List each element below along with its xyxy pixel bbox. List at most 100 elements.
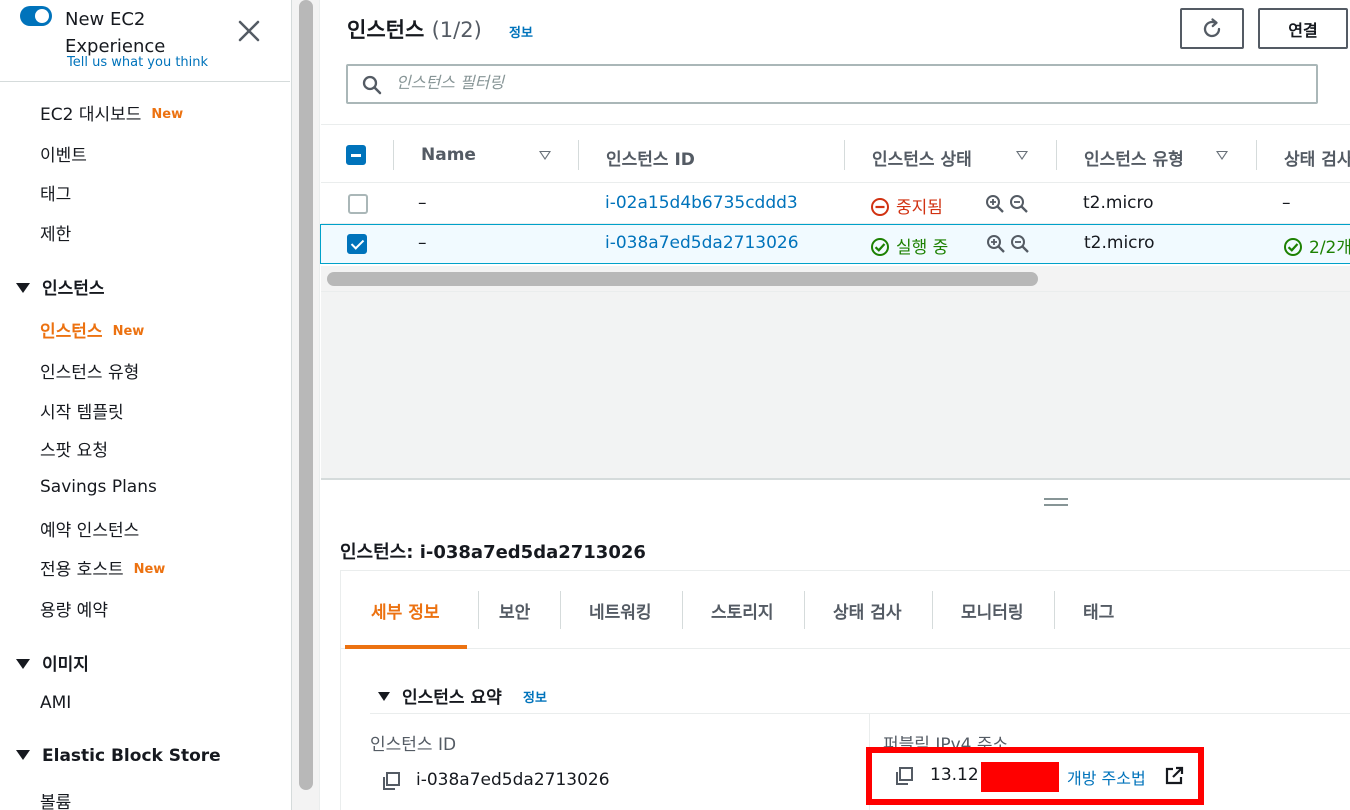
sidebar-item-label: 볼륨 (40, 793, 72, 810)
sidebar-item-launch-templates[interactable]: 시작 템플릿 (40, 398, 124, 423)
info-link[interactable]: 정보 (509, 22, 533, 41)
split-panel-divider (321, 478, 1350, 480)
section-label: Elastic Block Store (42, 746, 221, 766)
cell-status-check: – (1282, 193, 1291, 213)
instance-id-value: i-038a7ed5da2713026 (416, 770, 610, 790)
redaction-block (981, 762, 1059, 792)
instance-state: 중지됨 (870, 193, 943, 218)
page-title-text: 인스턴스 (347, 18, 425, 42)
table-header: Name 인스턴스 ID 인스턴스 상태 인스턴스 유형 상태 검사 (321, 125, 1350, 183)
instance-state-label: 실행 중 (896, 238, 949, 258)
instance-summary-header[interactable]: 인스턴스 요약 (378, 683, 502, 708)
sidebar-scrollbar[interactable] (292, 0, 320, 810)
running-check-icon (871, 238, 889, 256)
open-address-link[interactable]: 개방 주소법 (1067, 765, 1146, 789)
close-icon[interactable] (236, 18, 262, 44)
sidebar-item-limits[interactable]: 제한 (40, 220, 71, 245)
sidebar-item-spot-requests[interactable]: 스팟 요청 (40, 436, 108, 461)
column-separator (1256, 140, 1257, 170)
sidebar-section-ebs[interactable]: Elastic Block Store (16, 746, 221, 766)
column-header-instance-type[interactable]: 인스턴스 유형 (1084, 145, 1184, 170)
tab-storage[interactable]: 스토리지 (711, 598, 774, 623)
cell-instance-type: t2.micro (1084, 233, 1155, 253)
cell-instance-type: t2.micro (1083, 193, 1154, 213)
cell-status-check: 2/2개 (1283, 233, 1350, 258)
sidebar-item-ami[interactable]: AMI (40, 693, 71, 713)
table-scroll-thumb[interactable] (327, 272, 1038, 286)
row-checkbox[interactable] (347, 234, 367, 254)
table-empty-area (321, 292, 1350, 478)
tab-tags[interactable]: 태그 (1083, 598, 1114, 623)
copy-icon[interactable] (894, 766, 914, 786)
active-tab-indicator (345, 645, 467, 649)
sidebar-item-ec2-dashboard[interactable]: EC2 대시보드 New (40, 100, 183, 125)
sort-icon[interactable] (1216, 151, 1228, 160)
status-check-label: 2/2개 (1309, 238, 1350, 258)
zoom-in-icon[interactable] (986, 234, 1006, 254)
sidebar-item-instance-types[interactable]: 인스턴스 유형 (40, 358, 139, 383)
tell-us-link[interactable]: Tell us what you think (67, 55, 208, 70)
instance-state-label: 중지됨 (896, 198, 943, 218)
zoom-in-icon[interactable] (985, 194, 1005, 214)
summary-info-link[interactable]: 정보 (523, 687, 547, 706)
sidebar-section-images[interactable]: 이미지 (16, 650, 89, 675)
filter-search-box[interactable] (346, 64, 1318, 104)
tab-monitoring[interactable]: 모니터링 (961, 598, 1024, 623)
tab-status-checks[interactable]: 상태 검사 (833, 598, 901, 623)
sidebar-divider (0, 81, 290, 82)
tab-details[interactable]: 세부 정보 (371, 598, 439, 623)
tab-separator (560, 591, 561, 629)
refresh-button[interactable] (1180, 8, 1244, 49)
sidebar-item-label: Savings Plans (40, 477, 157, 497)
column-header-name[interactable]: Name (421, 145, 476, 165)
connect-button[interactable]: 연결 (1258, 8, 1348, 49)
sidebar-item-tags[interactable]: 태그 (40, 180, 71, 205)
sidebar-item-events[interactable]: 이벤트 (40, 141, 87, 166)
public-ipv4-value: 13.12 (930, 765, 979, 785)
external-link-icon[interactable] (1164, 766, 1184, 786)
table-row[interactable]: – i-038a7ed5da2713026 실행 중 t2.micro 2/2개 (320, 224, 1350, 264)
sidebar-scroll-thumb[interactable] (299, 0, 313, 790)
tab-separator (1054, 591, 1055, 629)
tab-networking[interactable]: 네트워킹 (589, 598, 652, 623)
select-all-checkbox[interactable] (346, 145, 366, 165)
caret-down-icon (16, 750, 30, 760)
column-header-status-check[interactable]: 상태 검사 (1284, 145, 1350, 170)
sidebar-item-label: 용량 예약 (40, 601, 108, 621)
sidebar-item-label: 시작 템플릿 (40, 403, 124, 423)
table-row[interactable]: – i-02a15d4b6735cddd3 중지됨 t2.micro – (321, 184, 1350, 224)
selection-count: (1/2) (431, 18, 482, 42)
tab-separator (682, 591, 683, 629)
sidebar-item-instances[interactable]: 인스턴스 New (40, 317, 144, 342)
sidebar-item-label: 제한 (40, 225, 72, 245)
new-badge: New (112, 324, 145, 339)
sidebar-item-label: 인스턴스 유형 (40, 363, 140, 383)
zoom-out-icon[interactable] (1010, 234, 1030, 254)
sidebar-item-reserved-instances[interactable]: 예약 인스턴스 (40, 516, 139, 541)
search-icon (362, 75, 382, 95)
sidebar-item-savings-plans[interactable]: Savings Plans (40, 477, 157, 497)
tab-security[interactable]: 보안 (499, 598, 530, 623)
zoom-out-icon[interactable] (1009, 194, 1029, 214)
new-badge: New (133, 562, 166, 577)
column-header-instance-id[interactable]: 인스턴스 ID (606, 145, 695, 170)
sort-icon[interactable] (539, 151, 551, 160)
column-separator (578, 140, 579, 170)
summary-title: 인스턴스 요약 (402, 688, 502, 708)
table-horizontal-scrollbar[interactable] (321, 266, 1350, 292)
sort-icon[interactable] (1016, 151, 1028, 160)
sidebar-item-label: 태그 (40, 185, 72, 205)
resize-handle-icon[interactable] (1044, 498, 1068, 506)
sidebar-item-capacity-reservations[interactable]: 용량 예약 (40, 596, 108, 621)
sidebar-section-instances[interactable]: 인스턴스 (16, 274, 105, 299)
instance-id-link[interactable]: i-038a7ed5da2713026 (605, 233, 799, 253)
copy-icon[interactable] (381, 771, 401, 791)
row-checkbox[interactable] (348, 194, 368, 214)
column-header-instance-state[interactable]: 인스턴스 상태 (872, 145, 972, 170)
sidebar-item-label: EC2 대시보드 (40, 105, 142, 125)
sidebar-item-dedicated-hosts[interactable]: 전용 호스트 New (40, 555, 165, 580)
new-experience-toggle[interactable] (20, 6, 52, 26)
sidebar-item-volumes[interactable]: 볼륨 (40, 788, 71, 810)
filter-input[interactable] (396, 73, 1276, 92)
instance-id-link[interactable]: i-02a15d4b6735cddd3 (605, 193, 798, 213)
